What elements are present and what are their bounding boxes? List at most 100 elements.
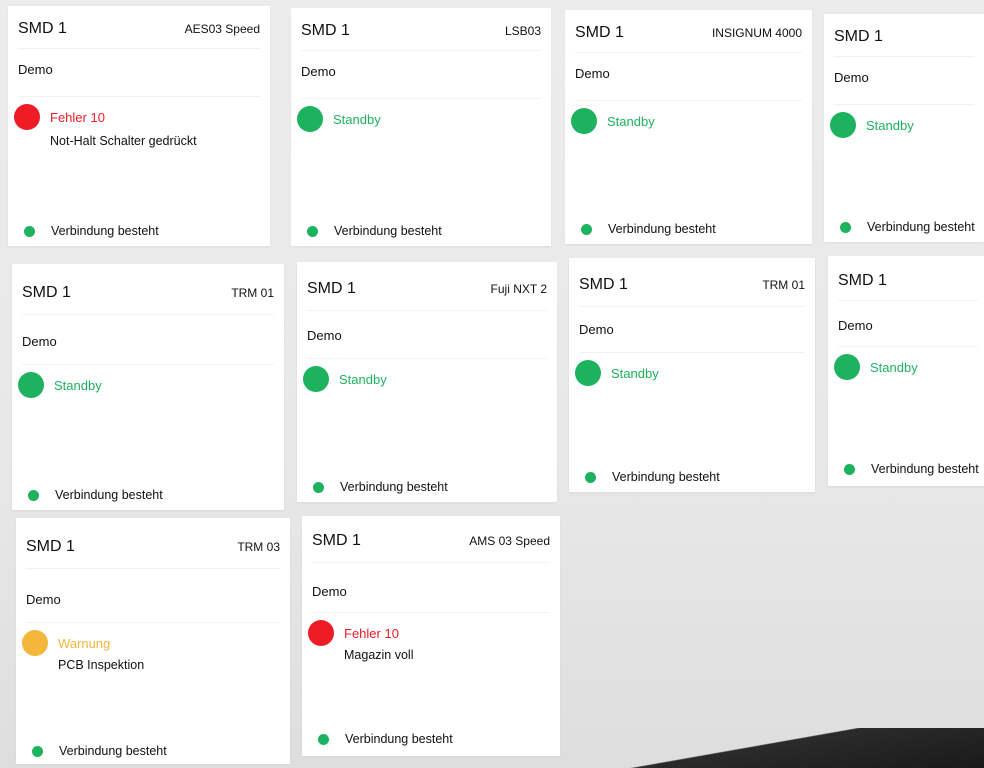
connection-label: Verbindung besteht [867, 220, 975, 234]
machine-title: SMD 1 [307, 280, 356, 297]
status-indicator-icon [22, 630, 48, 656]
divider [575, 100, 802, 101]
divider [575, 52, 802, 53]
connection-label: Verbindung besteht [345, 732, 453, 746]
dashboard-screen: SMD 1 AES03 Speed Demo Fehler 10 Not-Hal… [0, 0, 984, 768]
status-detail: Not-Halt Schalter gedrückt [50, 134, 197, 148]
status-row: Standby [834, 354, 918, 380]
machine-title: SMD 1 [18, 20, 67, 37]
status-indicator-icon [14, 104, 40, 130]
status-label: Standby [866, 117, 914, 133]
machine-subtitle: Demo [22, 334, 57, 349]
status-label: Fehler 10 [344, 625, 399, 641]
status-row: Standby [18, 372, 102, 398]
connection-indicator-icon [307, 225, 318, 237]
machine-title: SMD 1 [579, 276, 628, 293]
machine-card[interactable]: SMD 1 Demo Standby Verbindung besteht [824, 14, 984, 242]
machine-subtitle: Demo [838, 318, 873, 333]
machine-card[interactable]: SMD 1 Demo Standby Verbindung besteht [828, 256, 984, 486]
machine-subtitle: Demo [575, 66, 610, 81]
divider [22, 314, 274, 315]
connection-indicator-icon [28, 489, 39, 501]
status-row: Standby [830, 112, 914, 138]
connection-indicator-icon [24, 225, 35, 237]
machine-subtitle: Demo [834, 70, 869, 85]
divider [301, 98, 541, 99]
connection-indicator-icon [585, 471, 596, 483]
status-indicator-icon [575, 360, 601, 386]
divider [838, 346, 978, 347]
desk-edge-shadow [564, 728, 984, 768]
connection-label: Verbindung besteht [51, 224, 159, 238]
machine-subtitle: Demo [26, 592, 61, 607]
divider [834, 104, 974, 105]
connection-label: Verbindung besteht [340, 480, 448, 494]
machine-title: SMD 1 [575, 24, 624, 41]
connection-row: Verbindung besteht [307, 224, 442, 238]
connection-indicator-icon [32, 745, 43, 757]
status-label: Warnung [58, 635, 111, 651]
connection-row: Verbindung besteht [28, 488, 163, 502]
status-label: Standby [611, 365, 659, 381]
connection-row: Verbindung besteht [318, 732, 453, 746]
connection-label: Verbindung besteht [612, 470, 720, 484]
machine-subtitle: Demo [301, 64, 336, 79]
connection-row: Verbindung besteht [313, 480, 448, 494]
connection-label: Verbindung besteht [55, 488, 163, 502]
machine-model: LSB03 [504, 24, 541, 38]
divider [834, 56, 974, 57]
divider [579, 306, 805, 307]
status-indicator-icon [303, 366, 329, 392]
connection-indicator-icon [318, 733, 329, 745]
connection-row: Verbindung besteht [581, 222, 716, 236]
machine-subtitle: Demo [307, 328, 342, 343]
connection-indicator-icon [844, 463, 855, 475]
machine-title: SMD 1 [22, 284, 71, 301]
divider [18, 48, 260, 49]
status-indicator-icon [571, 108, 597, 134]
machine-card[interactable]: SMD 1 AMS 03 Speed Demo Fehler 10 Magazi… [302, 516, 560, 756]
connection-label: Verbindung besteht [871, 462, 979, 476]
connection-row: Verbindung besteht [840, 220, 975, 234]
status-label: Standby [607, 113, 655, 129]
status-row: Warnung [22, 630, 110, 656]
status-indicator-icon [308, 620, 334, 646]
machine-model: TRM 01 [231, 286, 274, 300]
status-row: Fehler 10 [308, 620, 399, 646]
status-detail: Magazin voll [344, 648, 414, 662]
machine-subtitle: Demo [312, 584, 347, 599]
status-indicator-icon [834, 354, 860, 380]
divider [838, 300, 978, 301]
divider [18, 96, 260, 97]
status-indicator-icon [297, 106, 323, 132]
divider [312, 612, 550, 613]
divider [312, 562, 550, 563]
divider [22, 364, 274, 365]
machine-model: AES03 Speed [184, 22, 260, 36]
connection-row: Verbindung besteht [844, 462, 979, 476]
divider [307, 310, 547, 311]
status-row: Standby [303, 366, 387, 392]
machine-title: SMD 1 [312, 532, 361, 549]
connection-row: Verbindung besteht [32, 744, 167, 758]
machine-subtitle: Demo [579, 322, 614, 337]
machine-card[interactable]: SMD 1 TRM 01 Demo Standby Verbindung bes… [569, 258, 815, 492]
connection-row: Verbindung besteht [585, 470, 720, 484]
machine-model: INSIGNUM 4000 [711, 26, 802, 40]
machine-card-grid: SMD 1 AES03 Speed Demo Fehler 10 Not-Hal… [0, 0, 984, 768]
connection-label: Verbindung besteht [59, 744, 167, 758]
machine-card[interactable]: SMD 1 LSB03 Demo Standby Verbindung best… [291, 8, 551, 246]
machine-title: SMD 1 [26, 538, 75, 555]
machine-card[interactable]: SMD 1 AES03 Speed Demo Fehler 10 Not-Hal… [8, 6, 270, 246]
connection-label: Verbindung besteht [334, 224, 442, 238]
machine-card[interactable]: SMD 1 TRM 01 Demo Standby Verbindung bes… [12, 264, 284, 510]
status-row: Standby [571, 108, 655, 134]
connection-row: Verbindung besteht [24, 224, 159, 238]
machine-card[interactable]: SMD 1 TRM 03 Demo Warnung PCB Inspektion… [16, 518, 290, 764]
machine-model: TRM 03 [237, 540, 280, 554]
machine-card[interactable]: SMD 1 Fuji NXT 2 Demo Standby Verbindung… [297, 262, 557, 502]
divider [26, 622, 280, 623]
machine-card[interactable]: SMD 1 INSIGNUM 4000 Demo Standby Verbind… [565, 10, 812, 244]
divider [26, 568, 280, 569]
connection-indicator-icon [581, 223, 592, 235]
